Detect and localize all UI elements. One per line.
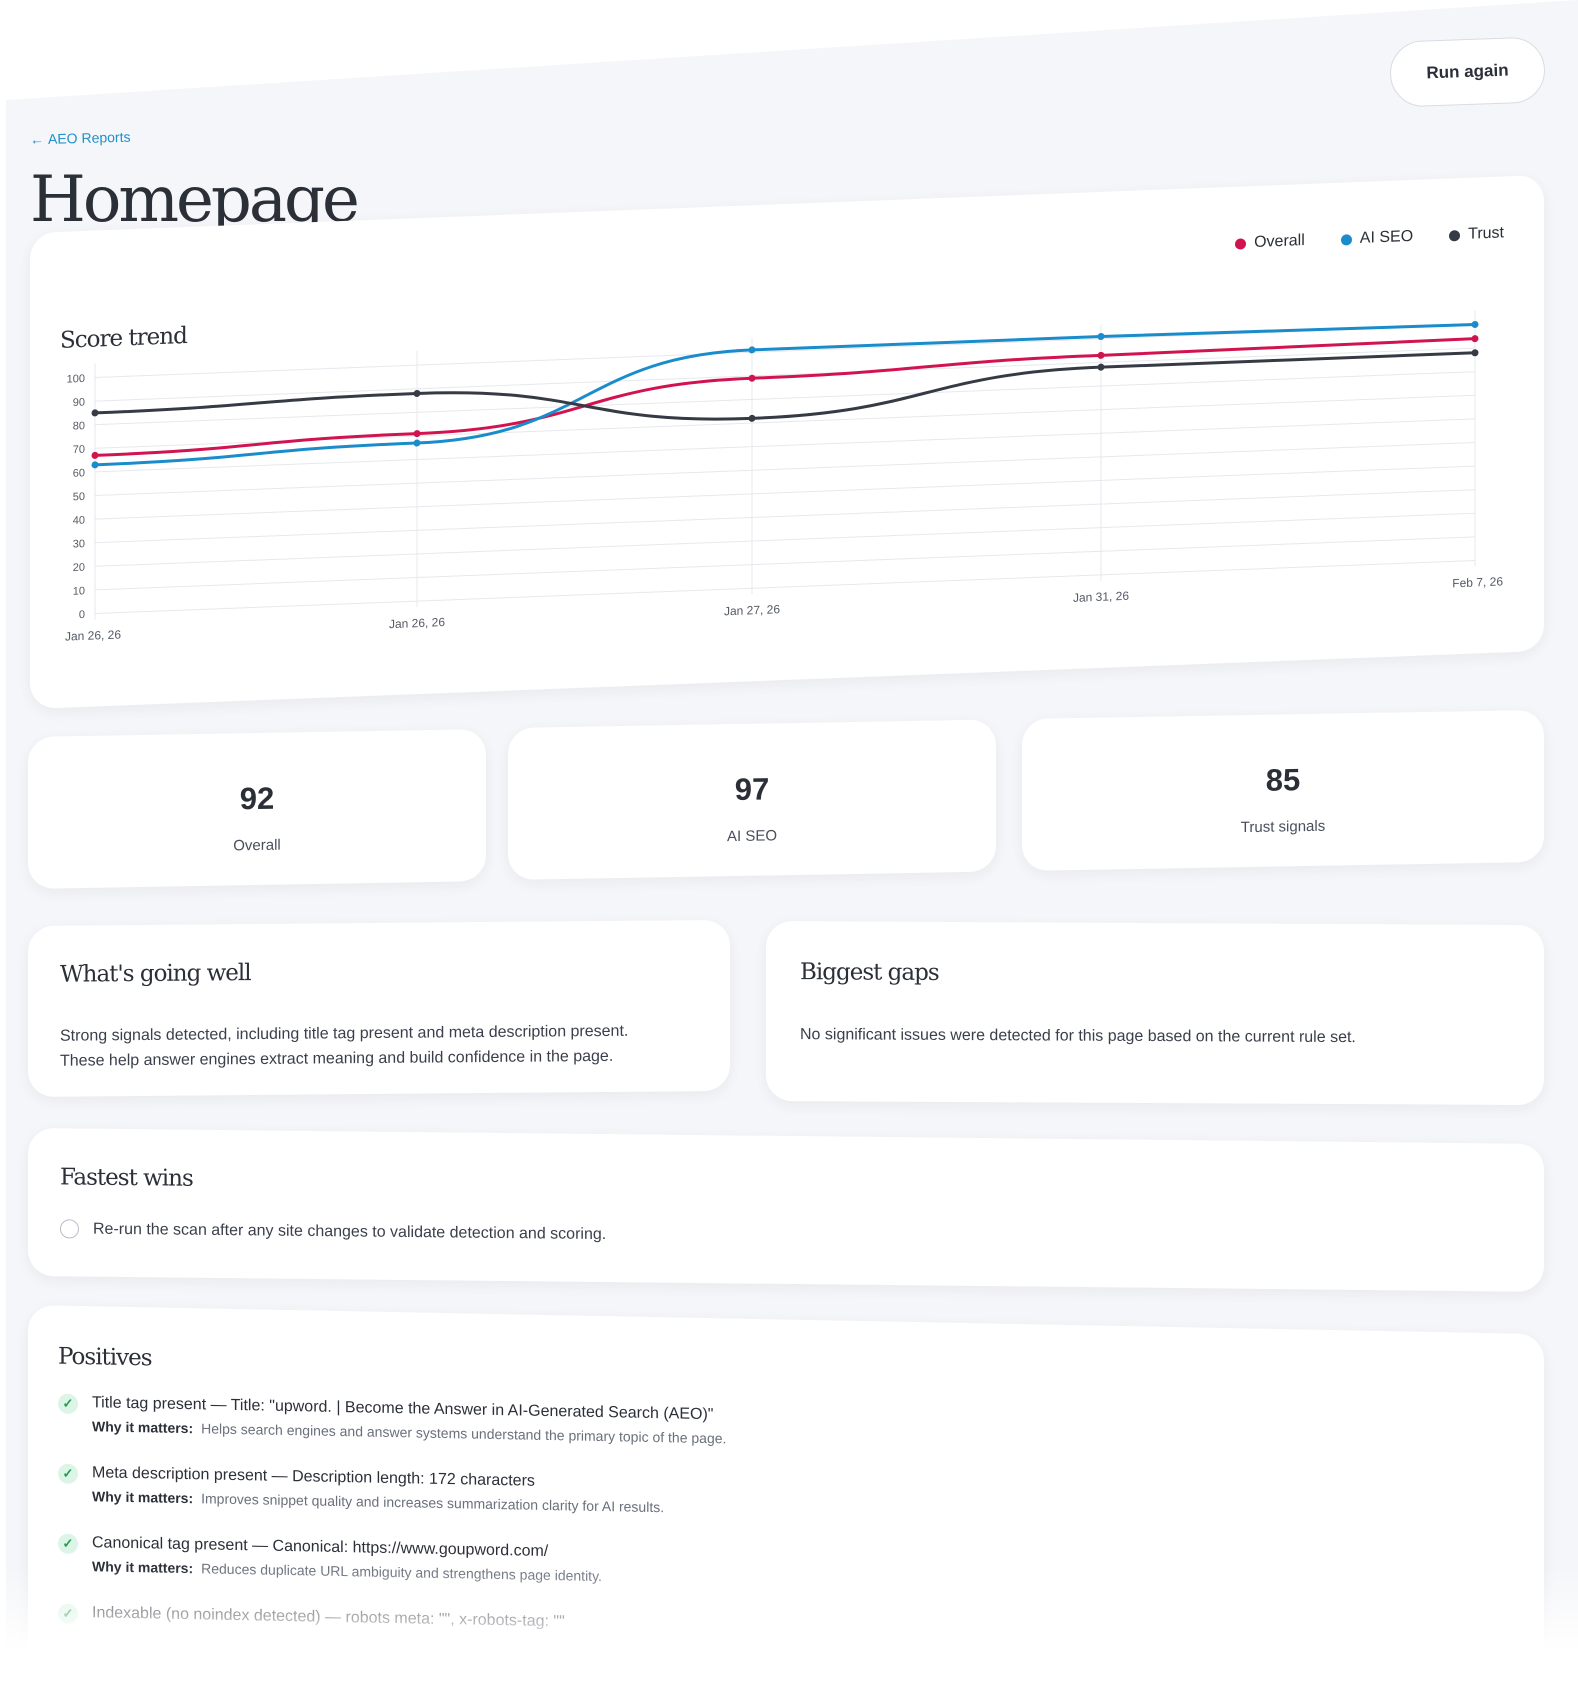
y-tick-label-100: 100: [67, 373, 85, 386]
y-tick-label-90: 90: [73, 396, 85, 408]
biggest-gaps-text: No significant issues were detected for …: [800, 1026, 1356, 1047]
gridline-y-0: [95, 559, 1475, 615]
gridline-y-60: [95, 418, 1475, 473]
going-well-title: What's going well: [60, 960, 251, 988]
x-tick-label-3: Jan 31, 26: [1073, 589, 1129, 605]
positive-detail: Canonical: https://www.goupword.com/: [272, 1537, 549, 1560]
positive-detail: robots meta: "", x-robots-tag: "": [345, 1609, 565, 1631]
run-again-button[interactable]: Run again: [1388, 36, 1547, 108]
positive-main: Canonical tag present — Canonical: https…: [92, 1534, 549, 1560]
fastest-wins-item[interactable]: Re-run the scan after any site changes t…: [60, 1216, 606, 1247]
going-well-line-2: These help answer engines extract meanin…: [60, 1047, 614, 1070]
biggest-gaps-title: Biggest gaps: [800, 959, 939, 986]
positive-name: Meta description present: [92, 1464, 268, 1485]
positive-name: Title tag present: [92, 1394, 207, 1414]
score-trend-chart: 0 10 20 30 40 50 60 70 80 90 100 Jan 26, 26 Jan 26, …: [65, 310, 1503, 644]
why-label: Why it matters:: [92, 1488, 194, 1507]
fastest-wins-checkbox[interactable]: [60, 1219, 79, 1239]
y-tick-label-60: 60: [73, 467, 85, 479]
data-point-ai-seo-1: [413, 439, 421, 447]
gridline-y-90: [95, 347, 1475, 402]
going-well-text: Strong signals detected, including title…: [60, 1019, 628, 1074]
score-trend-card: Overall AI SEO Trust Score trend 0 10 20 30…: [30, 174, 1544, 709]
positive-main: Indexable (no noindex detected) — robots…: [92, 1604, 565, 1631]
y-tick-label-20: 20: [73, 562, 85, 574]
gridline-y-30: [95, 489, 1475, 544]
fastest-wins-title: Fastest wins: [60, 1164, 193, 1192]
positive-why: Why it matters: Reduces duplicate URL amb…: [92, 1558, 602, 1584]
positives-title: Positives: [58, 1343, 152, 1372]
check-icon: ✓: [58, 1603, 78, 1624]
data-point-ai-seo-4: [1471, 320, 1479, 328]
stat-label-ai-seo: AI SEO: [726, 827, 778, 846]
y-tick-label-80: 80: [73, 420, 85, 432]
x-tick-label-4: Feb 7, 26: [1452, 574, 1503, 590]
check-icon: ✓: [58, 1463, 78, 1484]
fastest-wins-card: Fastest wins Re-run the scan after any s…: [28, 1128, 1544, 1292]
why-text: Helps search engines and answer systems …: [201, 1420, 727, 1447]
positive-name: Canonical tag present: [92, 1534, 248, 1555]
data-point-overall-3: [1097, 351, 1105, 359]
y-tick-label-30: 30: [73, 538, 85, 550]
y-tick-label-10: 10: [73, 585, 85, 597]
stat-label-overall: Overall: [233, 836, 281, 855]
positive-main: Meta description present — Description l…: [92, 1464, 535, 1490]
data-point-trust-1: [413, 389, 421, 397]
back-link[interactable]: ← AEO Reports: [30, 129, 131, 148]
positive-why: Why it matters: Improves snippet quality …: [92, 1488, 664, 1515]
data-point-overall-0: [91, 451, 99, 459]
gridline-y-10: [95, 536, 1475, 591]
data-point-trust-0: [91, 409, 99, 417]
positives-card: Positives ✓ Title tag present — Title: "…: [28, 1305, 1544, 1687]
why-label: Why it matters:: [92, 1558, 194, 1577]
x-tick-label-1: Jan 26, 26: [389, 615, 445, 631]
x-tick-label-2: Jan 27, 26: [724, 602, 780, 618]
biggest-gaps-card: Biggest gaps No significant issues were …: [766, 921, 1544, 1106]
going-well-card: What's going well Strong signals detecte…: [28, 919, 730, 1097]
stat-card-trust: 85 Trust signals: [1022, 709, 1544, 871]
why-text: Improves snippet quality and increases s…: [201, 1490, 665, 1516]
stat-label-trust: Trust signals: [1240, 817, 1326, 837]
data-point-ai-seo-0: [91, 461, 99, 469]
gridline-y-40: [95, 465, 1475, 520]
stat-value-ai-seo: 97: [734, 771, 770, 808]
x-tick-label-0: Jan 26, 26: [65, 627, 121, 643]
positive-name: Indexable (no noindex detected): [92, 1604, 321, 1626]
data-point-trust-2: [748, 414, 756, 422]
y-tick-label-0: 0: [79, 609, 85, 621]
stat-value-trust: 85: [1265, 762, 1301, 798]
stat-card-ai-seo: 97 AI SEO: [508, 719, 996, 880]
arrow-left-icon: ←: [29, 130, 45, 148]
back-link-label: AEO Reports: [47, 128, 131, 147]
fastest-wins-item-text: Re-run the scan after any site changes t…: [93, 1220, 607, 1244]
y-tick-label-40: 40: [73, 514, 85, 526]
stat-value-overall: 92: [239, 780, 275, 817]
data-point-trust-4: [1471, 349, 1479, 357]
positive-detail: Description length: 172 characters: [292, 1468, 535, 1490]
data-point-trust-3: [1097, 363, 1105, 371]
stat-card-overall: 92 Overall: [28, 729, 486, 889]
check-icon: ✓: [58, 1393, 78, 1414]
data-point-overall-4: [1471, 335, 1479, 343]
why-text: Reduces duplicate URL ambiguity and stre…: [201, 1560, 602, 1585]
why-label: Why it matters:: [92, 1418, 194, 1437]
check-icon: ✓: [58, 1533, 78, 1554]
positive-detail: Title: "upword. | Become the Answer in A…: [230, 1396, 714, 1424]
y-tick-label-50: 50: [73, 491, 85, 503]
gridline-y-20: [95, 512, 1475, 567]
y-tick-label-70: 70: [73, 444, 85, 456]
